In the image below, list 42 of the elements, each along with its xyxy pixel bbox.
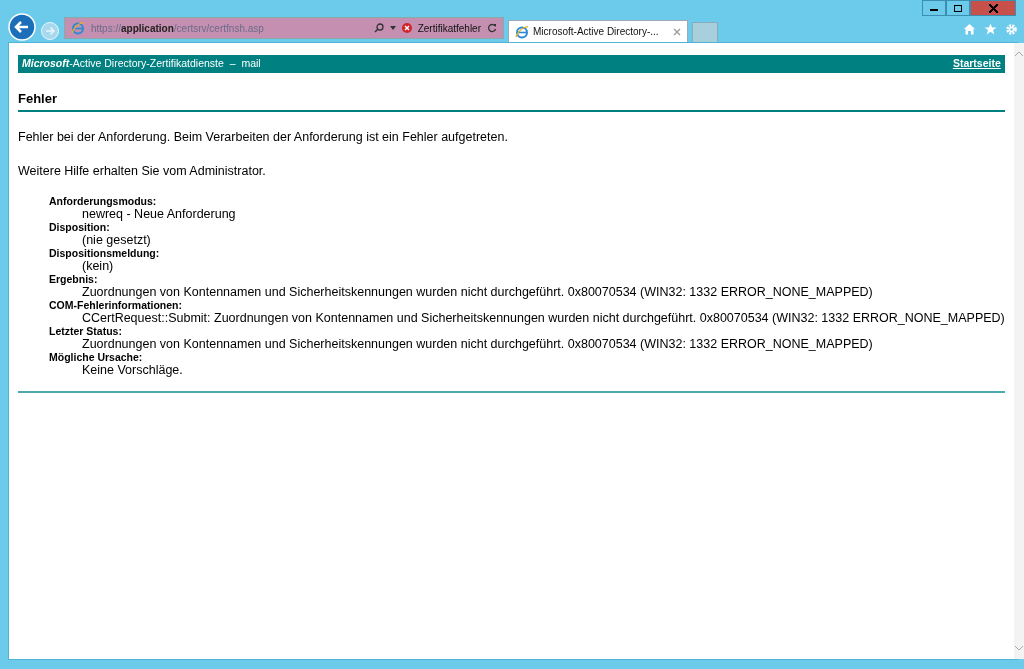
scroll-up-icon[interactable] [1013, 51, 1024, 57]
detail-label: Disposition: [49, 221, 111, 233]
refresh-icon[interactable] [487, 23, 497, 33]
search-icon[interactable] [373, 23, 384, 33]
home-icon[interactable] [963, 23, 976, 35]
address-bar[interactable]: https://application/certsrv/certfnsh.asp Zertifikatfehler [64, 17, 504, 39]
forward-button[interactable] [40, 21, 60, 41]
minimize-button[interactable] [922, 0, 946, 16]
new-tab-button[interactable] [692, 22, 718, 42]
detail-value: (kein) [81, 259, 115, 273]
detail-value: Keine Vorschläge. [81, 363, 184, 377]
error-icon[interactable] [401, 23, 412, 33]
detail-label: Letzter Status: [49, 325, 123, 337]
url-text: https://application/certsrv/certfnsh.asp [91, 21, 265, 36]
detail-value: Zuordnungen von Kontennamen und Sicherheitskennungen wurden nicht durchgeführt. 0x80070534 (WIN32: 1332 ERROR_NONE_MAPPED) [81, 285, 874, 299]
detail-label: Anforderungsmodus: [49, 195, 158, 207]
back-button[interactable] [8, 13, 36, 41]
caret-icon[interactable] [389, 26, 396, 30]
browser-logo-icon [71, 21, 85, 35]
settings-icon[interactable] [1005, 23, 1018, 36]
maximize-button[interactable] [946, 0, 970, 16]
scroll-down-icon[interactable] [1013, 645, 1024, 651]
browser-logo-icon [515, 24, 529, 39]
browser-tab[interactable]: Microsoft-Active Directory-... [508, 20, 688, 42]
detail-label: COM-Fehlerinformationen: [49, 299, 183, 311]
section-heading: Fehler [18, 73, 1005, 112]
certificate-error-label[interactable]: Zertifikatfehler [417, 20, 481, 36]
close-icon[interactable] [673, 27, 681, 36]
message-text: Fehler bei der Anforderung. Beim Verarbeiten der Anforderung ist ein Fehler aufgetreten. [18, 128, 509, 146]
detail-label: Dispositionsmeldung: [49, 247, 161, 259]
header-title: Microsoft-Active Directory-Zertifikatdienste – mail [22, 56, 261, 72]
detail-value: CCertRequest::Submit: Zuordnungen von Kontennamen und Sicherheitskennungen wurden nicht durchgeführt. 0x80070534 (WIN32: 1332 ERROR_NONE_MAPPED) [81, 311, 1005, 325]
scrollbar[interactable] [1013, 43, 1024, 659]
detail-label: Ergebnis: [49, 273, 99, 285]
detail-value: newreq - Neue Anforderung [81, 207, 237, 221]
close-button[interactable] [970, 0, 1016, 16]
detail-value: Zuordnungen von Kontennamen und Sicherheitskennungen wurden nicht durchgeführt. 0x80070534 (WIN32: 1332 ERROR_NONE_MAPPED) [81, 337, 874, 351]
detail-label: Mögliche Ursache: [49, 351, 144, 363]
detail-value: (nie gesetzt) [81, 233, 152, 247]
home-link[interactable]: Startseite [952, 56, 1001, 72]
message-text: Weitere Hilfe erhalten Sie vom Administrator. [18, 163, 267, 181]
star-icon[interactable] [984, 23, 997, 35]
